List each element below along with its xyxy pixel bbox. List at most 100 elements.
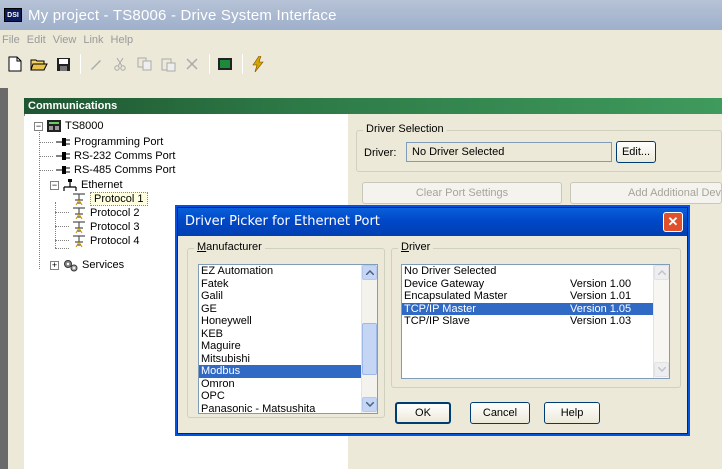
driver-name: TCP/IP Slave bbox=[404, 315, 470, 327]
toolbar-separator bbox=[209, 54, 210, 74]
cut-icon[interactable] bbox=[109, 53, 131, 75]
tree-item-ethernet[interactable]: − Ethernet bbox=[50, 178, 123, 192]
tree-line bbox=[55, 240, 69, 241]
tree-item-programming-port[interactable]: Programming Port bbox=[56, 135, 163, 149]
tree-line bbox=[55, 226, 69, 227]
tree-item-label: TS8000 bbox=[65, 120, 104, 132]
tree-line bbox=[55, 202, 56, 248]
toolbar-separator bbox=[80, 54, 81, 74]
tree-item-rs485[interactable]: RS-485 Comms Port bbox=[56, 163, 175, 177]
port-plug-icon bbox=[56, 137, 70, 147]
tree-item-label: Protocol 3 bbox=[90, 221, 140, 233]
toolbar bbox=[0, 50, 722, 78]
copy-icon[interactable] bbox=[133, 53, 155, 75]
driver-item[interactable]: No Driver Selected bbox=[402, 265, 653, 278]
delete-icon[interactable] bbox=[181, 53, 203, 75]
communications-header: Communications bbox=[24, 98, 722, 114]
add-additional-device-button[interactable]: Add Additional Dev bbox=[570, 182, 722, 204]
tree-item-protocol-2[interactable]: Protocol 2 bbox=[72, 206, 140, 220]
tree-item-label: RS-485 Comms Port bbox=[74, 164, 176, 176]
tree-line bbox=[39, 156, 53, 157]
tree-item-protocol-3[interactable]: Protocol 3 bbox=[72, 220, 140, 234]
menu-view[interactable]: View bbox=[53, 34, 77, 46]
gears-icon bbox=[63, 259, 78, 272]
collapse-icon[interactable]: − bbox=[50, 180, 59, 190]
tree-item-label: Services bbox=[82, 259, 125, 271]
help-button[interactable]: Help bbox=[544, 402, 600, 424]
protocol-icon bbox=[72, 220, 86, 234]
manufacturer-item[interactable]: Panasonic - Matsushita bbox=[199, 403, 361, 414]
lightning-icon[interactable] bbox=[247, 53, 269, 75]
driver-item[interactable]: TCP/IP Slave Version 1.03 bbox=[402, 315, 653, 328]
collapse-icon[interactable]: − bbox=[34, 121, 43, 131]
driver-name: Device Gateway bbox=[404, 277, 485, 290]
menu-file[interactable]: File bbox=[2, 34, 20, 46]
manufacturer-label: Manufacturer bbox=[194, 241, 265, 253]
new-icon[interactable] bbox=[4, 53, 26, 75]
manufacturer-item[interactable]: Honeywell bbox=[199, 315, 361, 328]
scroll-up-icon[interactable] bbox=[362, 265, 377, 280]
driver-selection-label: Driver Selection bbox=[363, 123, 447, 135]
manufacturer-item[interactable]: Mitsubishi bbox=[199, 353, 361, 366]
manufacturer-items: EZ Automation Fatek Galil GE Honeywell KEB Mag… bbox=[199, 265, 377, 414]
menu-help[interactable]: Help bbox=[111, 34, 134, 46]
scroll-thumb[interactable] bbox=[362, 323, 377, 375]
tree-line bbox=[39, 170, 53, 171]
driver-item[interactable]: Encapsulated Master Version 1.01 bbox=[402, 290, 653, 303]
driver-picker-dialog: Driver Picker for Ethernet Port ✕ Manufa… bbox=[177, 207, 688, 434]
manufacturer-item[interactable]: EZ Automation bbox=[199, 265, 361, 278]
manufacturer-item[interactable]: Modbus bbox=[199, 365, 361, 378]
driver-field: No Driver Selected bbox=[406, 142, 612, 162]
paste-icon[interactable] bbox=[157, 53, 179, 75]
tree-item-rs232[interactable]: RS-232 Comms Port bbox=[56, 149, 175, 163]
cancel-button[interactable]: Cancel bbox=[470, 402, 530, 424]
manufacturer-scrollbar[interactable] bbox=[361, 265, 377, 413]
driver-name: Encapsulated Master bbox=[404, 290, 508, 302]
expand-icon[interactable]: + bbox=[50, 260, 59, 270]
driver-scrollbar[interactable] bbox=[653, 265, 669, 378]
edit-icon[interactable] bbox=[85, 53, 107, 75]
menu-edit[interactable]: Edit bbox=[27, 34, 46, 46]
tree-item-protocol-1[interactable]: Protocol 1 bbox=[72, 192, 148, 206]
manufacturer-item[interactable]: Galil bbox=[199, 290, 361, 303]
driver-list[interactable]: No Driver Selected Device Gateway Version … bbox=[401, 264, 670, 379]
manufacturer-list[interactable]: EZ Automation Fatek Galil GE Honeywell KEB Mag… bbox=[198, 264, 378, 414]
driver-version: Version 1.03 bbox=[570, 315, 632, 327]
edit-driver-button[interactable]: Edit... bbox=[616, 141, 656, 163]
protocol-icon bbox=[72, 206, 86, 220]
dialog-title-bar: Driver Picker for Ethernet Port bbox=[178, 208, 687, 236]
clear-port-settings-button[interactable]: Clear Port Settings bbox=[362, 182, 562, 204]
monitor-icon[interactable] bbox=[214, 53, 236, 75]
tree-item-label: Protocol 2 bbox=[90, 207, 140, 219]
driver-name: TCP/IP Master bbox=[404, 302, 476, 315]
save-icon[interactable] bbox=[52, 53, 74, 75]
port-plug-icon bbox=[56, 151, 70, 161]
driver-item[interactable]: TCP/IP Master Version 1.05 bbox=[402, 302, 653, 315]
close-icon[interactable]: ✕ bbox=[663, 212, 683, 232]
app-icon: DSI bbox=[4, 8, 22, 22]
manufacturer-item[interactable]: KEB bbox=[199, 328, 361, 341]
tree-line bbox=[55, 212, 69, 213]
tree-item-services[interactable]: + Services bbox=[50, 258, 124, 272]
manufacturer-item[interactable]: GE bbox=[199, 303, 361, 316]
ok-button[interactable]: OK bbox=[395, 402, 451, 424]
scroll-up-icon[interactable] bbox=[654, 265, 669, 280]
tree-item-label: Programming Port bbox=[74, 136, 164, 148]
driver-item[interactable]: Device Gateway Version 1.00 bbox=[402, 278, 653, 291]
manufacturer-item[interactable]: Maguire bbox=[199, 340, 361, 353]
tree-item-protocol-4[interactable]: Protocol 4 bbox=[72, 234, 140, 248]
tree-item-label: RS-232 Comms Port bbox=[74, 150, 176, 162]
scroll-down-icon[interactable] bbox=[362, 397, 377, 412]
menu-link[interactable]: Link bbox=[83, 34, 103, 46]
open-icon[interactable] bbox=[28, 53, 50, 75]
menu-bar: File Edit View Link Help bbox=[0, 30, 722, 50]
protocol-icon bbox=[72, 192, 86, 206]
manufacturer-item[interactable]: OPC bbox=[199, 390, 361, 403]
manufacturer-item[interactable]: Omron bbox=[199, 378, 361, 391]
scroll-down-icon[interactable] bbox=[654, 362, 669, 377]
tree-item-ts8000[interactable]: − TS8000 bbox=[34, 119, 104, 133]
driver-version: Version 1.01 bbox=[570, 290, 632, 302]
manufacturer-item[interactable]: Fatek bbox=[199, 278, 361, 291]
driver-group-label: Driver bbox=[398, 241, 434, 253]
driver-label: Driver: bbox=[364, 147, 397, 159]
